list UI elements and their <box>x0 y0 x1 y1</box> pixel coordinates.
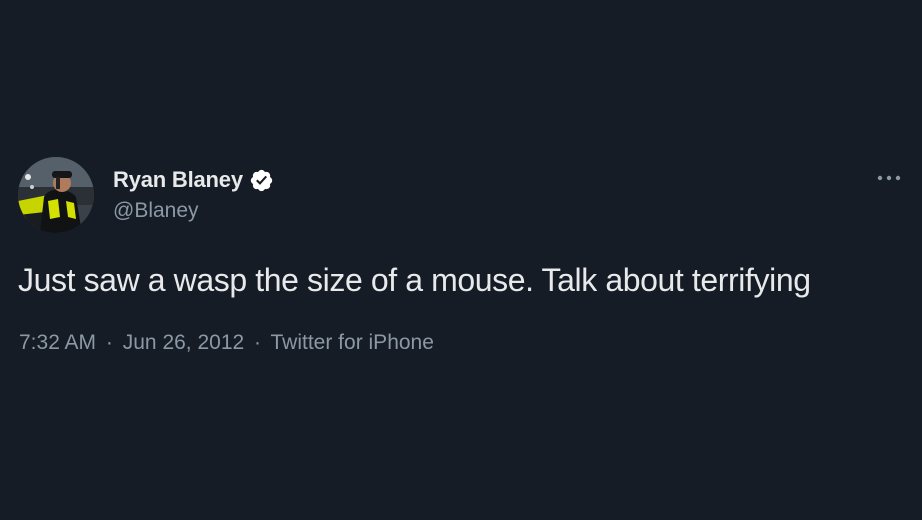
avatar[interactable] <box>18 157 94 233</box>
tweet-source[interactable]: Twitter for iPhone <box>271 331 434 354</box>
author-handle[interactable]: @Blaney <box>113 197 274 225</box>
verified-badge-icon <box>249 168 274 193</box>
meta-separator: · <box>105 331 113 354</box>
meta-separator: · <box>254 331 262 354</box>
author-display-name[interactable]: Ryan Blaney <box>113 167 243 193</box>
tweet-text: Just saw a wasp the size of a mouse. Tal… <box>18 262 811 298</box>
more-options-icon[interactable] <box>876 166 902 190</box>
avatar-image <box>18 157 94 233</box>
tweet-date[interactable]: Jun 26, 2012 <box>123 331 244 354</box>
tweet-time[interactable]: 7:32 AM <box>19 331 96 354</box>
tweet-metadata: 7:32 AM · Jun 26, 2012 · Twitter for iPh… <box>19 328 434 358</box>
tweet-author: Ryan Blaney @Blaney <box>113 163 274 225</box>
author-name-row: Ryan Blaney <box>113 163 274 197</box>
tweet-card: Ryan Blaney @Blaney Just saw a wasp the … <box>0 0 922 520</box>
